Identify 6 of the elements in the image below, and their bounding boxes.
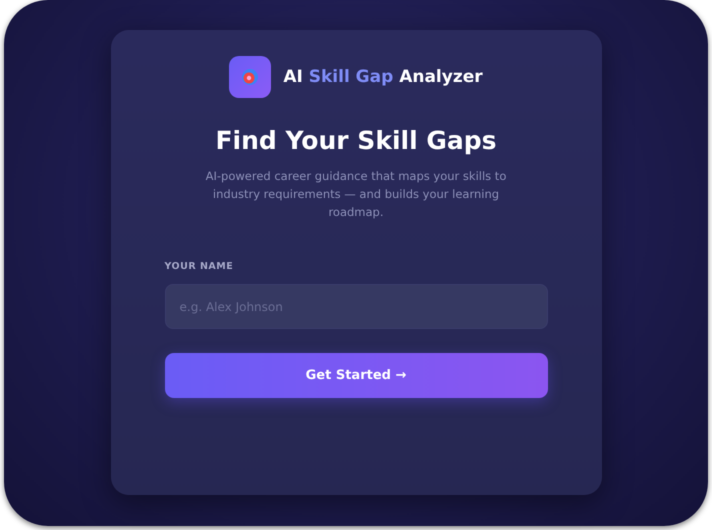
target-icon bbox=[229, 56, 272, 98]
field-label: YOUR NAME bbox=[164, 261, 234, 272]
app-title: AI Skill Gap Analyzer bbox=[283, 67, 483, 87]
description: AI-powered career guidance that maps your skills to industry requirements — and builds your learning roadmap. bbox=[204, 168, 508, 221]
get-started-button[interactable]: Get Started → bbox=[164, 353, 548, 398]
heading: Find Your Skill Gaps bbox=[215, 126, 497, 155]
